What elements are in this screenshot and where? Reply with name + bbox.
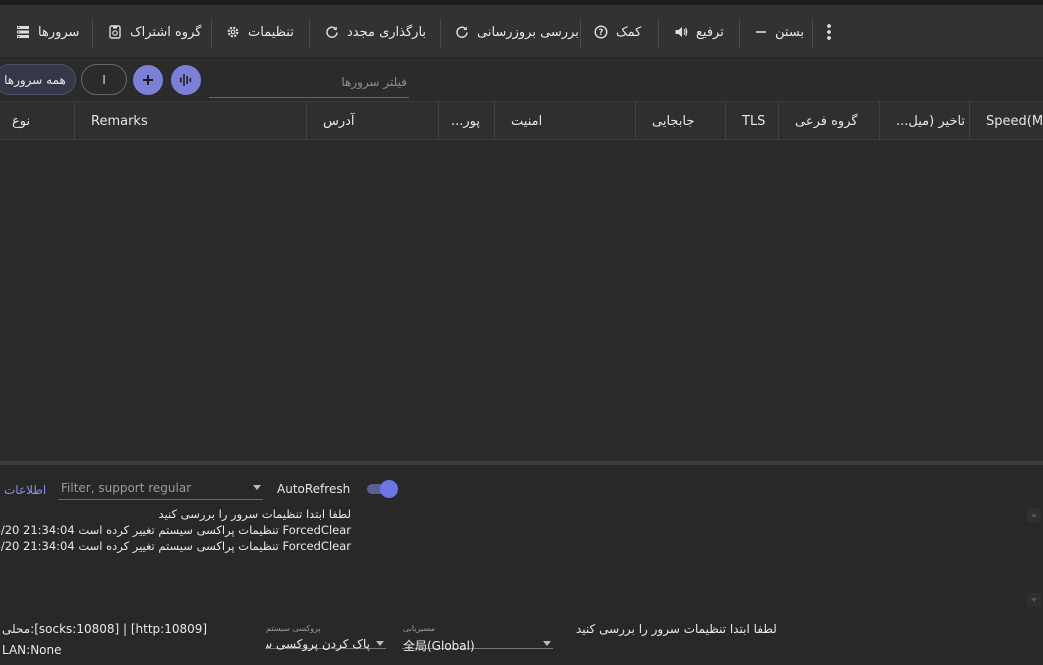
column-header-label: ...پور (451, 113, 481, 129)
column-header-label: امنیت (511, 113, 543, 129)
autorefresh-toggle[interactable] (365, 479, 399, 499)
column-header-label: گروه فرعی (795, 113, 858, 129)
column-header-remarks[interactable]: Remarks (75, 102, 307, 140)
server-filter-input[interactable] (209, 66, 409, 98)
autorefresh-label: AutoRefresh (277, 482, 351, 496)
server-table-body[interactable] (0, 140, 1043, 461)
column-header-delay[interactable]: ...تاخیر (میل (880, 102, 970, 140)
waveform-icon (180, 74, 192, 86)
speed-test-button[interactable] (171, 65, 201, 95)
dropdown-arrow-icon (543, 641, 551, 646)
refresh-icon (326, 26, 338, 38)
column-header-label: ...تاخیر (میل (896, 113, 966, 129)
routing-combobox[interactable]: مسیریابی 全局(Global) (402, 615, 553, 653)
system-proxy-caption: پروکسی سیستم (266, 624, 321, 633)
column-header-transport[interactable]: جابجایی (636, 102, 726, 140)
routing-caption: مسیریابی (403, 624, 435, 633)
server-list-icon (17, 26, 29, 38)
log-line: 1403/04/20 21:34:04 تنظیمات پراکسی سیستم… (0, 539, 351, 553)
settings-label: تنظیمات (248, 24, 294, 40)
toolbar-divider (658, 19, 659, 49)
subscription-group-button[interactable]: گروه اشتراک (108, 10, 201, 54)
add-server-button[interactable] (133, 65, 163, 95)
lan-status: LAN:None (2, 643, 62, 657)
local-ports-status: محلی:[socks:10808] | [http:10809] (2, 622, 208, 636)
toolbar-divider (92, 19, 93, 49)
subscription-chip-label: ا (102, 72, 106, 87)
check-update-label: بررسی بروزرسانی (477, 24, 579, 40)
subscription-chip[interactable]: ا (81, 64, 127, 95)
svg-text:?: ? (599, 28, 604, 38)
status-message: لطفا ابتدا تنظیمات سرور را بررسی کنید (576, 622, 777, 636)
column-header-tls[interactable]: TLS (726, 102, 779, 140)
subscription-group-label: گروه اشتراک (130, 24, 202, 40)
toolbar-divider (580, 19, 581, 49)
toolbar-divider (812, 19, 813, 49)
column-header-label: آدرس (323, 113, 355, 129)
routing-value: 全局(Global) (403, 639, 475, 653)
system-proxy-combobox[interactable]: پروکسی سیستم پاک کردن پروکسی سیستم (265, 615, 386, 651)
column-header-label: Speed(M/ (986, 113, 1043, 129)
column-header-label: نوع (12, 113, 31, 129)
subscription-icon (109, 25, 121, 39)
column-header-label: Remarks (91, 113, 148, 129)
column-header-port[interactable]: ...پور (439, 102, 495, 140)
column-header-address[interactable]: آدرس (307, 102, 439, 140)
column-header-label: TLS (742, 113, 766, 129)
toolbar: سرورها گروه اشتراک تنظیمات بارگذاری مجدد… (0, 0, 1043, 58)
servers-label: سرورها (38, 24, 80, 40)
log-filter-placeholder: Filter, support regular (61, 480, 192, 495)
speaker-icon (675, 27, 688, 37)
toolbar-divider (739, 19, 740, 49)
plus-icon (143, 75, 153, 85)
arrow-up-icon (1031, 513, 1037, 517)
server-table-header: نوع Remarks آدرس ...پور امنیت جابجایی TL… (0, 101, 1043, 140)
all-servers-chip[interactable]: همه سرورها (0, 64, 76, 95)
column-header-security[interactable]: امنیت (495, 102, 636, 140)
more-vertical-icon (827, 24, 831, 40)
update-icon (456, 26, 468, 38)
dropdown-arrow-icon (376, 641, 384, 646)
system-proxy-value: پاک کردن پروکسی سیستم (266, 637, 370, 651)
column-header-label: جابجایی (652, 113, 695, 129)
scroll-up-button[interactable] (1027, 508, 1041, 522)
promotion-label: ترفیع (696, 24, 724, 40)
more-menu-button[interactable] (824, 10, 834, 54)
log-line: 1403/04/20 21:34:04 تنظیمات پراکسی سیستم… (0, 523, 351, 537)
info-tab[interactable]: اطلاعات (4, 483, 46, 497)
dropdown-arrow-icon (253, 485, 261, 490)
reload-label: بارگذاری مجدد (347, 24, 427, 40)
toolbar-divider (440, 19, 441, 49)
toggle-knob (380, 480, 398, 498)
minus-icon (756, 31, 766, 33)
settings-button[interactable]: تنظیمات (226, 10, 294, 54)
close-button[interactable]: بستن (755, 10, 804, 54)
column-header-subgroup[interactable]: گروه فرعی (779, 102, 880, 140)
column-header-speed[interactable]: Speed(M/ (970, 102, 1043, 140)
check-update-button[interactable]: بررسی بروزرسانی (455, 10, 579, 54)
servers-button[interactable]: سرورها (16, 10, 79, 54)
column-header-type[interactable]: نوع (0, 102, 75, 140)
help-icon: ? (594, 25, 608, 39)
log-panel: اطلاعات Filter, support regular AutoRefr… (0, 465, 1043, 615)
toolbar-divider (309, 19, 310, 49)
toolbar-divider (211, 19, 212, 49)
log-filter-combobox[interactable]: Filter, support regular (58, 476, 263, 500)
log-line: لطفا ابتدا تنظیمات سرور را بررسی کنید (158, 507, 351, 521)
close-label: بستن (775, 24, 805, 40)
reload-button[interactable]: بارگذاری مجدد (325, 10, 426, 54)
server-filter-row: همه سرورها ا (0, 58, 1043, 102)
all-servers-label: همه سرورها (4, 72, 66, 87)
gear-icon (227, 26, 239, 38)
app-window: سرورها گروه اشتراک تنظیمات بارگذاری مجدد… (0, 0, 1043, 665)
help-label: کمک (616, 24, 642, 40)
arrow-down-icon (1031, 598, 1037, 602)
status-bar: محلی:[socks:10808] | [http:10809] LAN:No… (0, 615, 1043, 665)
promotion-button[interactable]: ترفیع (674, 10, 724, 54)
help-button[interactable]: ? کمک (594, 10, 641, 54)
scroll-down-button[interactable] (1027, 593, 1041, 607)
